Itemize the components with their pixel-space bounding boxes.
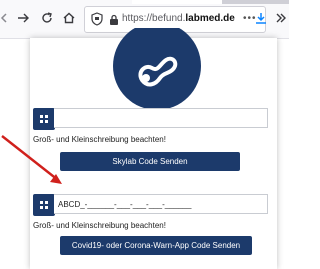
skylab-send-button[interactable]: Skylab Code Senden bbox=[60, 152, 240, 171]
url-domain: labmed.de bbox=[185, 13, 235, 24]
code-icon-1 bbox=[33, 108, 55, 130]
url-text[interactable]: https://befund.labmed.de bbox=[122, 13, 235, 24]
forward-icon[interactable] bbox=[12, 7, 34, 29]
covid-code-input[interactable]: ABCD_-______-___-___-___-______ bbox=[54, 194, 268, 214]
case-hint-2: Groß- und Kleinschreibung beachten! bbox=[33, 221, 166, 230]
download-icon[interactable] bbox=[250, 7, 272, 29]
url-prefix: https://befund. bbox=[122, 13, 186, 24]
skylab-code-input[interactable] bbox=[54, 108, 268, 128]
reload-icon[interactable] bbox=[36, 7, 58, 29]
covid-send-button[interactable]: Covid19- oder Corona-Warn-App Code Sende… bbox=[60, 236, 252, 255]
tab-strip bbox=[132, 0, 289, 4]
current-tab[interactable] bbox=[132, 0, 222, 4]
shield-icon[interactable] bbox=[91, 12, 103, 31]
annotation-arrow bbox=[1, 135, 62, 184]
home-icon[interactable] bbox=[58, 7, 80, 29]
lab-logo bbox=[113, 28, 201, 110]
overflow-icon[interactable] bbox=[270, 7, 292, 29]
